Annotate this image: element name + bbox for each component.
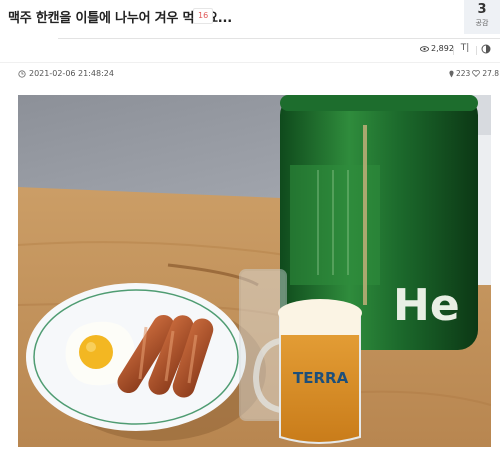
post-meta: 2021-02-06 21:48:24 223 27.8 <box>0 62 500 85</box>
comment-count: 16 <box>198 11 209 20</box>
toolbar-separator <box>453 46 454 55</box>
clock-icon <box>18 69 26 78</box>
eye-icon <box>420 45 429 52</box>
header-divider <box>58 38 500 39</box>
keg-brand-text: He <box>393 280 460 331</box>
post-date-value: 2021-02-06 21:48:24 <box>29 69 114 78</box>
post-photo: He TERRA <box>18 95 491 447</box>
post-stats: 223 27.8 <box>449 69 499 78</box>
font-size-button[interactable]: T| <box>458 43 472 53</box>
comment-count-badge[interactable]: 16 <box>193 8 214 24</box>
view-count: 2,892 <box>420 44 454 53</box>
beer-and-sausage-photo: He TERRA <box>18 95 491 447</box>
vote-box[interactable]: 3 공감 <box>464 0 500 34</box>
stat-b-value: 27.8 <box>482 69 500 78</box>
pin-icon <box>449 70 454 77</box>
vote-count: 3 <box>477 2 487 17</box>
view-count-value: 2,892 <box>431 44 454 53</box>
heart-icon[interactable] <box>472 70 481 77</box>
post-header: 맥주 한캔을 이틀에 나누어 겨우 먹어요... 16 3 공감 <box>0 0 500 34</box>
vote-label: 공감 <box>475 19 489 27</box>
post-date: 2021-02-06 21:48:24 <box>18 69 114 78</box>
contrast-icon[interactable] <box>481 44 491 54</box>
font-size-icon: T| <box>460 43 470 53</box>
post-toolbar: 2,892 T| <box>0 40 500 60</box>
toolbar-separator <box>476 46 477 55</box>
glass-brand-text: TERRA <box>293 369 349 387</box>
stat-a-value: 223 <box>456 69 471 78</box>
